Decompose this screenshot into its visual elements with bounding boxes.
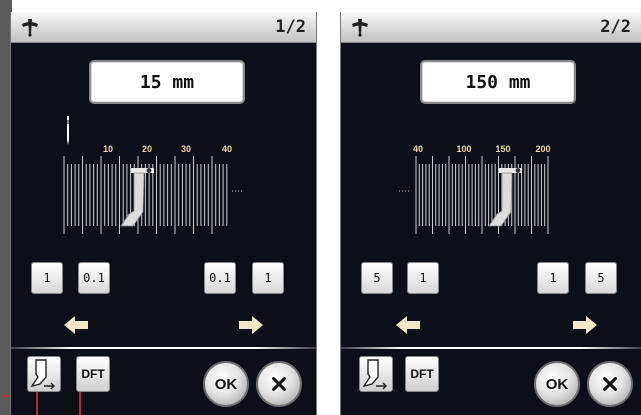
scale-label: 40 [413,144,423,154]
page-indicator: 2/2 [600,17,631,37]
position-scale: 40 100 150 200 [399,144,551,234]
default-button[interactable]: DFT [405,356,439,392]
title-bar: 1/2 [11,12,316,43]
value-display: 15 mm [89,60,245,104]
close-icon [603,377,617,391]
page-indicator: 1/2 [275,17,306,37]
decrease-large-step-button[interactable]: 1 [31,262,63,294]
callout-line [36,392,38,415]
decrease-small-step-button[interactable]: 0.1 [78,262,110,294]
decrease-large-step-button[interactable]: 5 [361,262,393,294]
presser-foot-icon [362,359,387,390]
value-display: 150 mm [420,60,576,104]
arrow-right-icon[interactable] [239,316,263,334]
ok-button[interactable]: OK [203,361,249,407]
scale-label: 40 [222,144,232,154]
scale-label: 100 [456,144,471,154]
ok-label: OK [545,375,569,393]
ok-button[interactable]: OK [534,361,580,407]
needle-logo-icon [352,19,368,37]
scale-label: 10 [103,144,113,154]
needle-icon [67,116,69,145]
cancel-button[interactable] [587,361,633,407]
scale-ticks [399,156,549,234]
presser-foot-icon [30,359,55,390]
ok-label: OK [214,375,238,393]
arrow-left-icon[interactable] [64,316,88,334]
position-scale: 10 20 30 40 [63,116,244,234]
title-bar: 2/2 [341,12,641,43]
presser-foot-marker [488,168,522,227]
settings-screen-page-1: 1/2 15 mm 10 20 30 40 1 0.1 0.1 1 DFT OK [10,12,317,415]
cancel-button[interactable] [256,361,302,407]
divider [11,347,316,349]
needle-logo-icon [22,19,38,37]
decrease-small-step-button[interactable]: 1 [407,262,439,294]
scale-ticks [63,156,244,234]
default-button[interactable]: DFT [76,356,110,392]
presser-foot-button[interactable] [359,356,393,392]
close-icon [272,377,286,391]
settings-screen-page-2: 2/2 150 mm 40 100 150 200 5 1 1 5 DFT OK [340,12,641,415]
scale-label: 20 [142,144,152,154]
increase-small-step-button[interactable]: 0.1 [204,262,236,294]
callout-line [79,392,81,415]
increase-small-step-button[interactable]: 1 [537,262,569,294]
scale-label: 200 [535,144,550,154]
presser-foot-button[interactable] [27,356,61,392]
scale-label: 150 [495,144,510,154]
arrow-left-icon[interactable] [396,316,420,334]
arrow-right-icon[interactable] [573,316,597,334]
divider [341,347,641,349]
increase-large-step-button[interactable]: 1 [252,262,284,294]
increase-large-step-button[interactable]: 5 [585,262,617,294]
background-mark [2,395,10,397]
scale-label: 30 [181,144,191,154]
